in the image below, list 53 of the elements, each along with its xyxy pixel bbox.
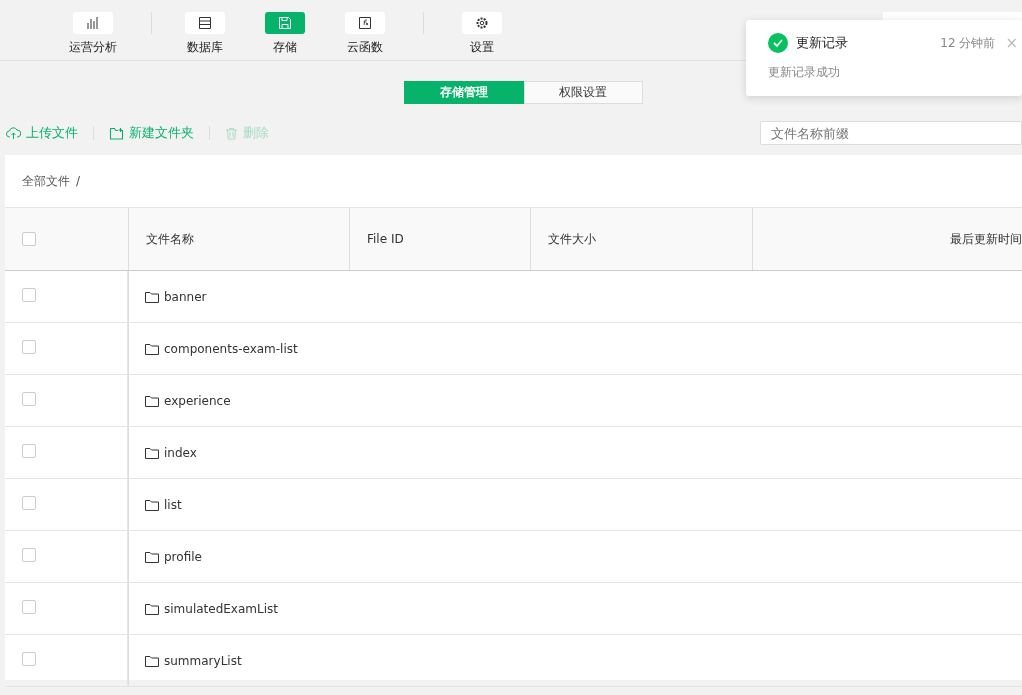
success-icon bbox=[768, 33, 788, 53]
header-cell: 最后更新时间 bbox=[752, 208, 1022, 270]
folder-name[interactable]: index bbox=[164, 445, 197, 460]
folder-icon bbox=[145, 550, 159, 563]
trash-icon bbox=[225, 126, 238, 140]
folder-icon bbox=[145, 342, 159, 355]
nav-button[interactable] bbox=[345, 12, 385, 34]
list-icon bbox=[198, 16, 212, 30]
nav-button[interactable] bbox=[462, 12, 502, 34]
folder-plus-icon bbox=[109, 126, 124, 140]
folder-name[interactable]: profile bbox=[164, 549, 202, 564]
row-checkbox[interactable] bbox=[22, 340, 36, 354]
header-cell: 文件名称 bbox=[128, 208, 349, 270]
header-cell: 文件大小 bbox=[530, 208, 752, 270]
folder-name[interactable]: banner bbox=[164, 289, 207, 304]
folder-icon bbox=[145, 602, 159, 615]
folder-name[interactable]: components-exam-list bbox=[164, 341, 298, 356]
notification-time: 12 分钟前 bbox=[940, 34, 996, 52]
notification-title: 更新记录 bbox=[796, 34, 849, 52]
nav-label: 存储 bbox=[273, 39, 297, 56]
bar-chart-icon bbox=[86, 16, 100, 30]
folder-icon bbox=[145, 446, 159, 459]
row-checkbox[interactable] bbox=[22, 392, 36, 406]
row-checkbox[interactable] bbox=[22, 600, 36, 614]
nav-label: 云函数 bbox=[347, 39, 383, 56]
breadcrumb-separator: / bbox=[76, 174, 81, 188]
nav-label: 运营分析 bbox=[69, 39, 117, 56]
folder-icon bbox=[145, 394, 159, 407]
header-cell: File ID bbox=[349, 208, 530, 270]
settings-icon bbox=[475, 16, 489, 30]
folder-name[interactable]: summaryList bbox=[164, 653, 242, 668]
folder-icon bbox=[145, 290, 159, 303]
function-icon bbox=[358, 16, 372, 30]
row-checkbox[interactable] bbox=[22, 496, 36, 510]
folder-name[interactable]: list bbox=[164, 497, 182, 512]
folder-name[interactable]: experience bbox=[164, 393, 231, 408]
row-checkbox[interactable] bbox=[22, 548, 36, 562]
folder-icon bbox=[145, 654, 159, 667]
row-checkbox[interactable] bbox=[22, 288, 36, 302]
nav-label: 数据库 bbox=[187, 39, 223, 56]
nav-label: 设置 bbox=[470, 39, 494, 56]
notification-message: 更新记录成功 bbox=[768, 64, 841, 81]
row-checkbox[interactable] bbox=[22, 652, 36, 666]
folder-icon bbox=[145, 498, 159, 511]
select-all-checkbox[interactable] bbox=[22, 232, 36, 246]
save-icon bbox=[278, 16, 292, 30]
cloud-upload-icon bbox=[6, 126, 21, 140]
folder-name[interactable]: simulatedExamList bbox=[164, 601, 278, 616]
row-checkbox[interactable] bbox=[22, 444, 36, 458]
breadcrumb-link[interactable]: 全部文件 bbox=[22, 172, 70, 190]
nav-button[interactable] bbox=[185, 12, 225, 34]
search-field[interactable]: 文件名称前缀 bbox=[760, 121, 1022, 145]
tab[interactable]: 权限设置 bbox=[523, 81, 643, 104]
